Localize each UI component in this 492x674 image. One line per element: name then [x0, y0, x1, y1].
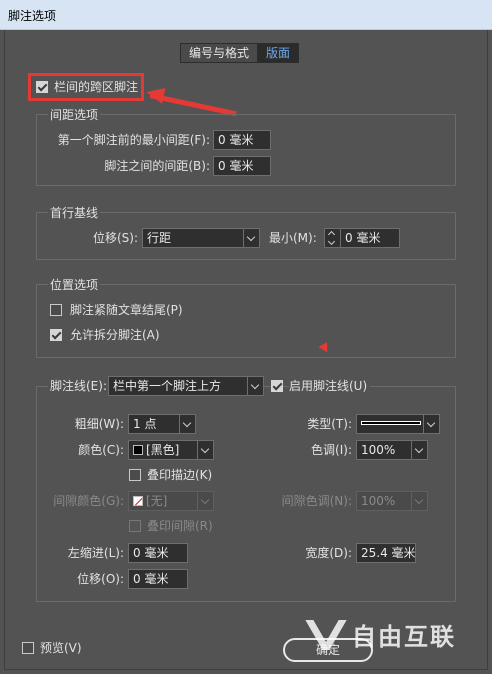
- baseline-offset-value: 行距: [147, 231, 172, 245]
- chevron-down-icon: [179, 415, 195, 433]
- tint-value: 100%: [361, 443, 396, 457]
- gap-color-value: [无]: [146, 494, 168, 508]
- chevron-down-icon: [423, 415, 439, 433]
- preview-label: 预览(V): [40, 641, 82, 655]
- tab-bar: 编号与格式 版面: [180, 43, 300, 63]
- overprint-stroke-label: 叠印描边(K): [147, 468, 213, 482]
- space-between-label: 脚注之间的间距(B):: [104, 159, 210, 173]
- preview-checkbox[interactable]: [22, 642, 34, 654]
- gap-color-label: 间隙颜色(G):: [53, 494, 124, 508]
- rule-offset-label: 位移(O):: [77, 572, 124, 586]
- type-select[interactable]: [356, 414, 440, 434]
- gap-tint-value: 100%: [361, 494, 396, 508]
- end-of-story-label: 脚注紧随文章结尾(P): [70, 303, 183, 317]
- rule-position-value: 栏中第一个脚注上方: [113, 379, 222, 393]
- baseline-min-input[interactable]: 0 毫米: [340, 228, 400, 248]
- min-space-before-label: 第一个脚注前的最小间距(F):: [57, 133, 210, 147]
- type-label: 类型(T):: [307, 417, 352, 431]
- watermark: 自由互联: [310, 616, 456, 652]
- weight-value: 1 点: [133, 417, 157, 431]
- width-input[interactable]: 25.4 毫米: [356, 543, 416, 563]
- chevron-down-icon: [197, 492, 213, 510]
- tint-label: 色调(I):: [311, 443, 352, 457]
- allow-split-checkbox[interactable]: [50, 329, 62, 341]
- title-bar: 脚注选项: [0, 0, 492, 30]
- black-swatch-icon: [133, 445, 143, 455]
- first-baseline-group-title: 首行基线: [48, 204, 101, 221]
- left-indent-input[interactable]: 0 毫米: [128, 543, 188, 563]
- rule-label: 脚注线(E):: [48, 379, 109, 393]
- left-indent-label: 左缩进(L):: [67, 546, 124, 560]
- stepper-arrows-icon[interactable]: [324, 228, 340, 248]
- baseline-offset-label: 位移(S):: [92, 231, 138, 245]
- baseline-min-label: 最小(M):: [269, 231, 317, 245]
- overprint-gap-label: 叠印间隙(R): [147, 519, 213, 533]
- allow-split-label: 允许拆分脚注(A): [70, 328, 160, 342]
- width-label: 宽度(D):: [305, 546, 352, 560]
- gap-color-select[interactable]: [无]: [128, 491, 214, 511]
- overprint-gap-checkbox[interactable]: [129, 520, 141, 532]
- window-title: 脚注选项: [8, 9, 57, 23]
- enable-rule-label: 启用脚注线(U): [289, 379, 371, 393]
- rule-offset-input[interactable]: 0 毫米: [128, 569, 188, 589]
- gap-tint-select[interactable]: 100%: [356, 491, 428, 511]
- end-of-story-checkbox[interactable]: [50, 304, 62, 316]
- enable-rule-checkbox[interactable]: [271, 380, 283, 392]
- annotation-arrow-head: [144, 84, 166, 104]
- placement-group-title: 位置选项: [48, 276, 101, 293]
- tint-select[interactable]: 100%: [356, 440, 428, 460]
- tab-numbering-format[interactable]: 编号与格式: [181, 44, 258, 62]
- color-label: 颜色(C):: [78, 443, 124, 457]
- color-select[interactable]: [黑色]: [128, 440, 214, 460]
- chevron-down-icon: [197, 441, 213, 459]
- color-value: [黑色]: [146, 443, 180, 457]
- space-between-input[interactable]: 0 毫米: [213, 156, 271, 176]
- overprint-stroke-checkbox[interactable]: [129, 469, 141, 481]
- tab-layout[interactable]: 版面: [257, 44, 299, 62]
- min-space-before-input[interactable]: 0 毫米: [213, 130, 271, 150]
- chevron-down-icon: [247, 377, 263, 395]
- watermark-text: 自由互联: [352, 622, 456, 651]
- annotation-highlight-box: [28, 73, 144, 101]
- gap-tint-label: 间隙色调(N):: [281, 494, 352, 508]
- rule-position-select[interactable]: 栏中第一个脚注上方: [108, 376, 264, 396]
- none-swatch-icon: [133, 496, 143, 506]
- chevron-down-icon: [411, 441, 427, 459]
- solid-line-icon: [361, 421, 421, 425]
- spacing-group-title: 间距选项: [48, 106, 101, 123]
- chevron-down-icon: [411, 492, 427, 510]
- baseline-offset-select[interactable]: 行距: [142, 228, 260, 248]
- weight-select[interactable]: 1 点: [128, 414, 196, 434]
- chevron-down-icon: [243, 229, 259, 247]
- placement-group: [36, 284, 456, 358]
- weight-label: 粗细(W):: [74, 417, 124, 431]
- x-logo-icon: [310, 618, 346, 650]
